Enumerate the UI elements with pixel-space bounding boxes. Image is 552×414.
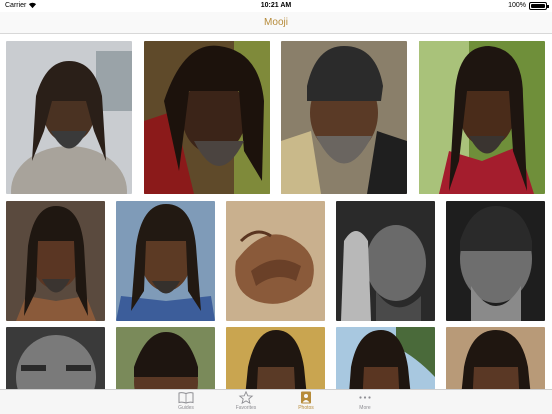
- tab-favorites[interactable]: Favorites: [226, 391, 266, 413]
- portrait-icon: [301, 391, 311, 404]
- tab-more-label: More: [359, 405, 371, 411]
- photo-thumbnail[interactable]: [6, 41, 132, 194]
- more-dots-icon: [359, 396, 371, 399]
- tab-favorites-label: Favorites: [235, 405, 257, 411]
- battery-level: [531, 4, 545, 8]
- photo-thumbnail[interactable]: [6, 327, 105, 389]
- tab-guides[interactable]: Guides: [166, 391, 206, 413]
- photo-thumbnail[interactable]: [144, 41, 270, 194]
- photo-thumbnail[interactable]: [226, 201, 325, 321]
- status-time: 10:21 AM: [260, 2, 292, 9]
- star-icon: [238, 391, 254, 404]
- page-title: Mooji: [264, 17, 288, 28]
- photo-grid[interactable]: [0, 34, 552, 389]
- photo-thumbnail[interactable]: [6, 201, 105, 321]
- tab-bar: Guides Favorites Photos More: [0, 389, 552, 414]
- photo-thumbnail[interactable]: [116, 327, 215, 389]
- status-bar: Carrier 10:21 AM 100%: [0, 0, 552, 12]
- photo-thumbnail[interactable]: [281, 41, 407, 194]
- photo-thumbnail[interactable]: [446, 201, 545, 321]
- tab-guides-label: Guides: [178, 405, 194, 411]
- tab-photos[interactable]: Photos: [286, 391, 326, 413]
- battery-icon: [529, 2, 549, 10]
- photo-thumbnail[interactable]: [446, 327, 545, 389]
- tab-photos-label: Photos: [298, 405, 314, 411]
- navigation-bar: Mooji: [0, 12, 552, 34]
- photo-thumbnail[interactable]: [336, 327, 435, 389]
- photo-thumbnail[interactable]: [336, 201, 435, 321]
- photo-thumbnail[interactable]: [116, 201, 215, 321]
- photo-thumbnail[interactable]: [226, 327, 325, 389]
- book-icon: [178, 392, 194, 404]
- battery-percent: 100%: [508, 2, 526, 9]
- photo-thumbnail[interactable]: [419, 41, 545, 194]
- tab-more[interactable]: More: [345, 391, 385, 413]
